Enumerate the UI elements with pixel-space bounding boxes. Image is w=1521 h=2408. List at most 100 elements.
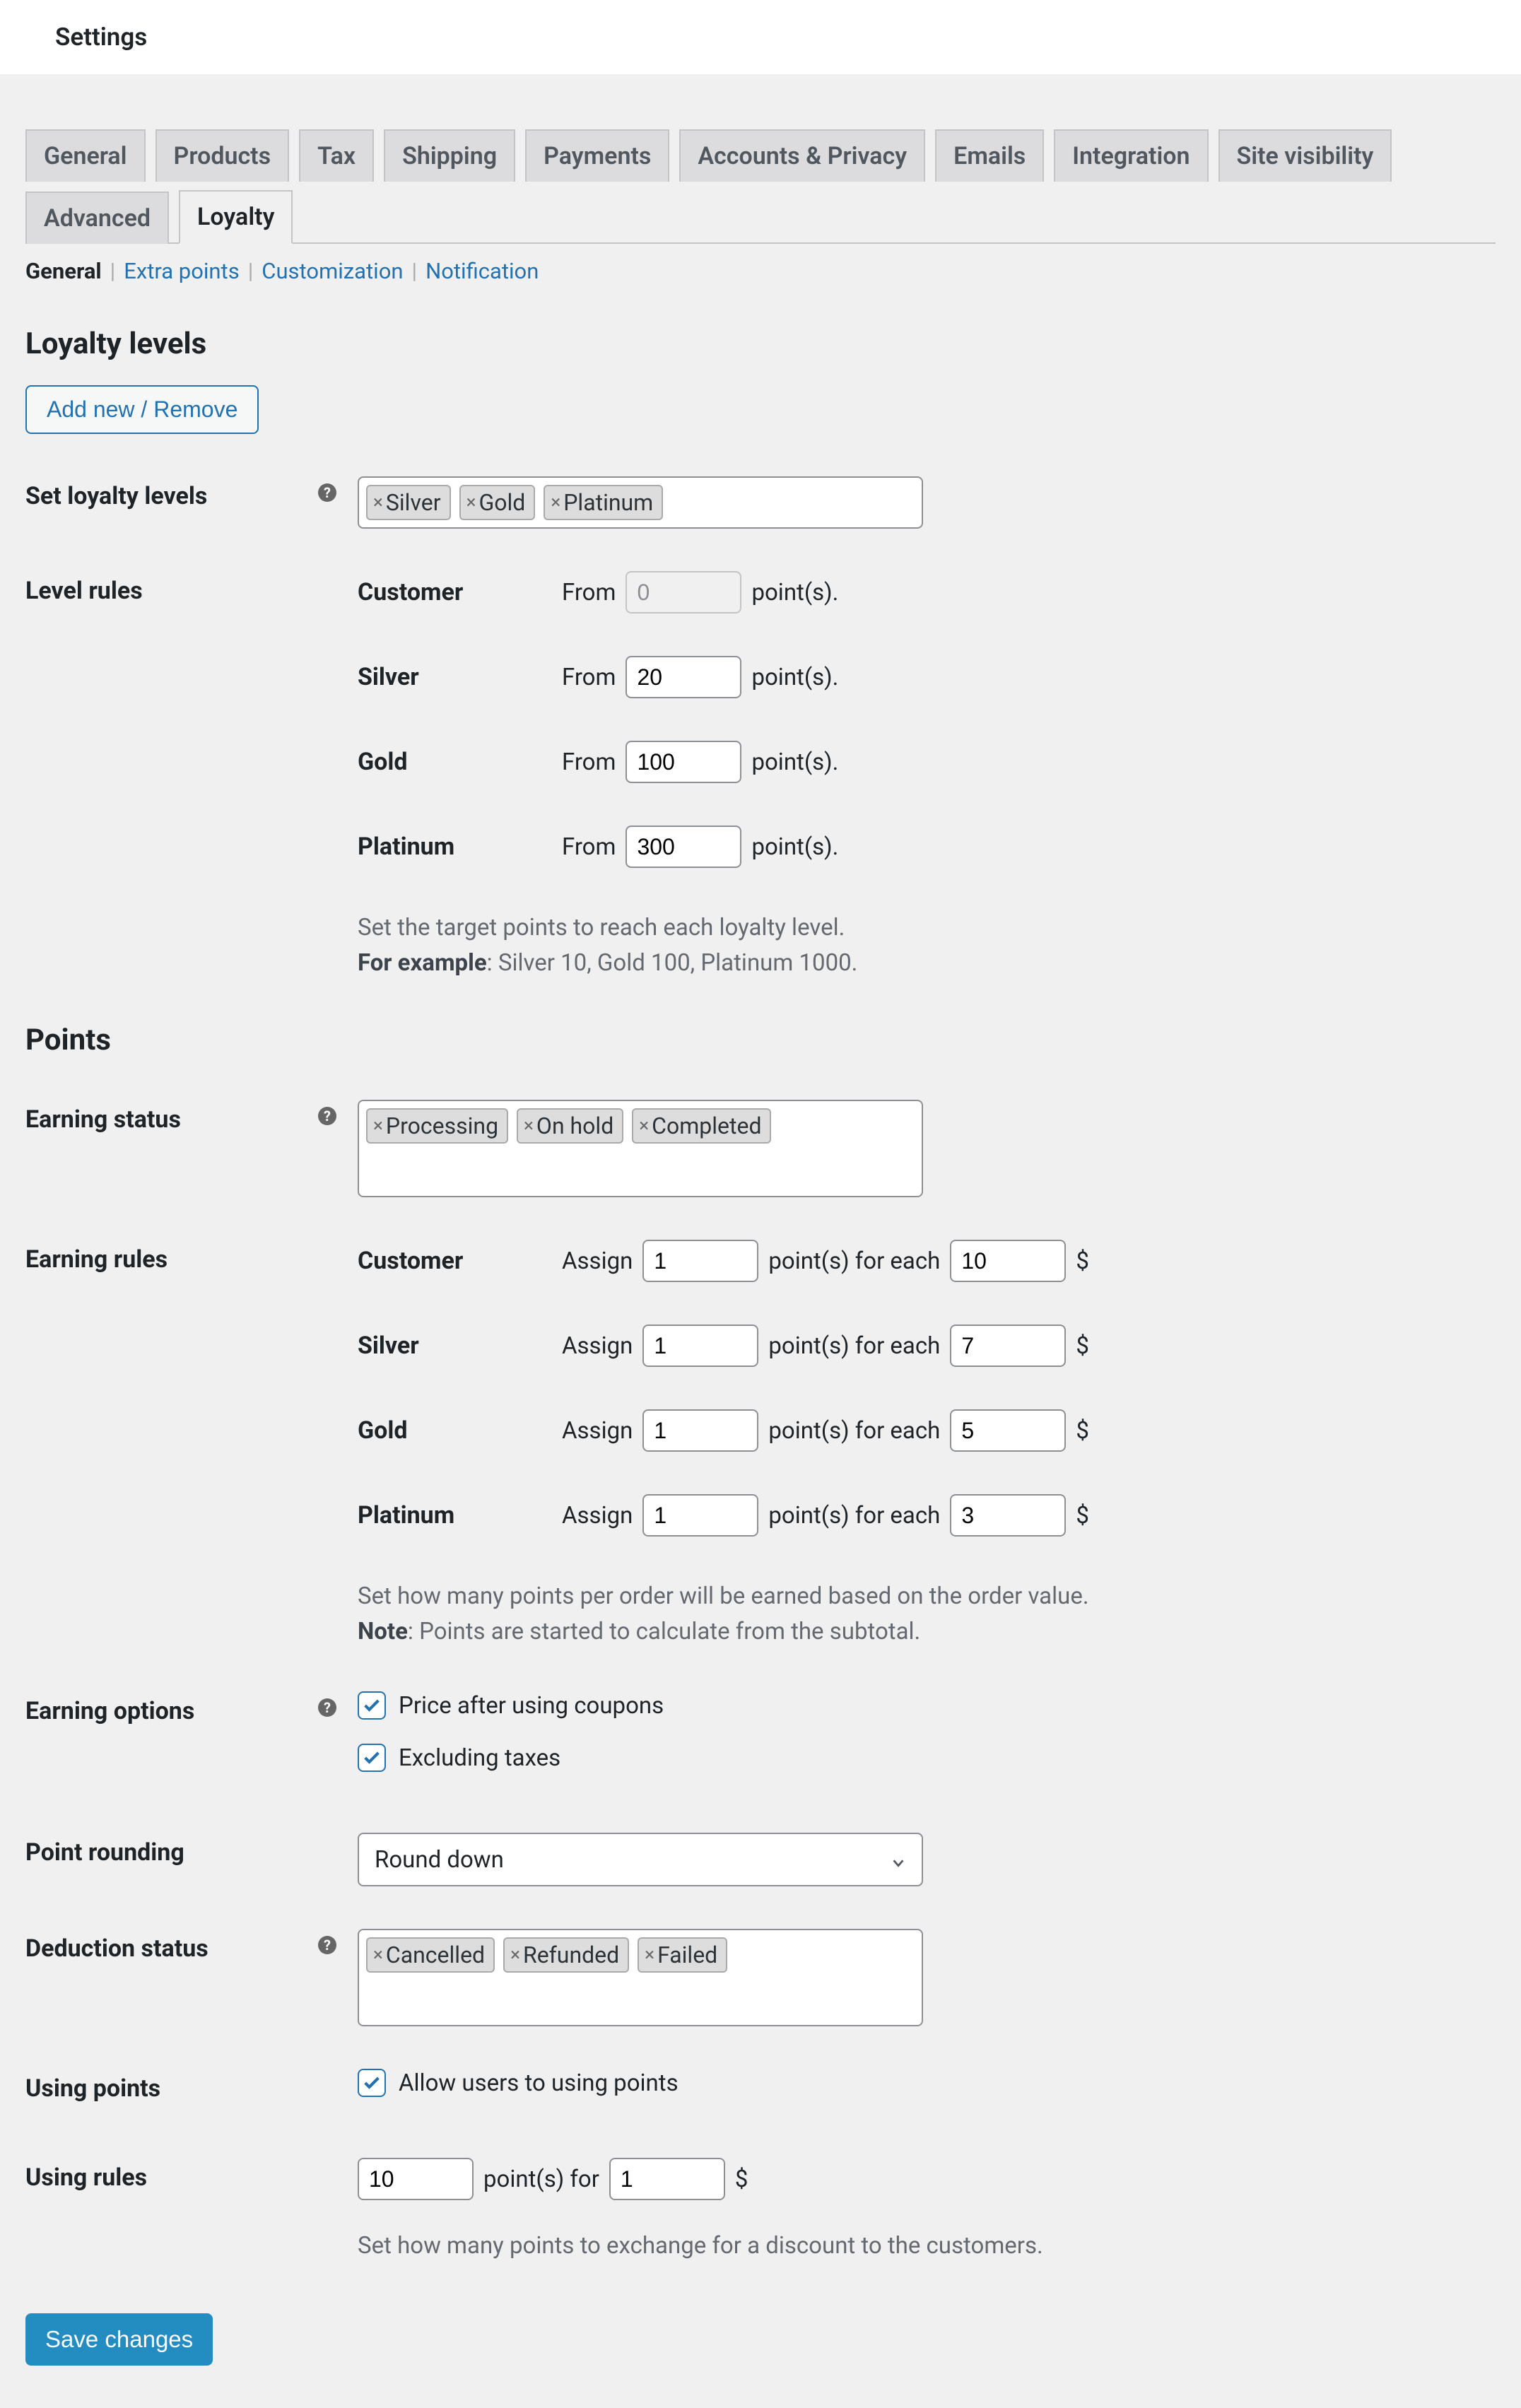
- section-points: Points: [25, 1023, 1496, 1057]
- earn-gold-per[interactable]: [950, 1409, 1066, 1452]
- earn-help-2: Note: Points are started to calculate fr…: [358, 1614, 1496, 1650]
- earn-rule-gold: Gold Assign point(s) for each $: [358, 1409, 1496, 1452]
- help-icon[interactable]: ?: [318, 483, 336, 502]
- earning-status-input[interactable]: ×Processing ×On hold ×Completed: [358, 1100, 923, 1197]
- level-gold-input[interactable]: [626, 741, 741, 783]
- level-rule-gold: Gold From point(s).: [358, 741, 1496, 783]
- nav-tabs: General Products Tax Shipping Payments A…: [25, 129, 1496, 244]
- using-rule-row: point(s) for $: [358, 2158, 1496, 2200]
- remove-icon[interactable]: ×: [373, 1115, 383, 1137]
- checkbox-allow-using-points[interactable]: [358, 2069, 386, 2097]
- earn-platinum-points[interactable]: [642, 1494, 758, 1537]
- check-icon: [362, 1696, 382, 1715]
- remove-icon[interactable]: ×: [551, 492, 560, 513]
- points-text: point(s).: [751, 833, 838, 861]
- remove-icon[interactable]: ×: [639, 1115, 649, 1137]
- checkbox-label: Excluding taxes: [399, 1744, 560, 1772]
- level-platinum-input[interactable]: [626, 826, 741, 868]
- tag-gold: ×Gold: [459, 485, 536, 520]
- tab-payments[interactable]: Payments: [525, 129, 669, 182]
- from-text: From: [562, 579, 616, 606]
- tab-site-visibility[interactable]: Site visibility: [1218, 129, 1392, 182]
- checkbox-price-after-coupons[interactable]: [358, 1691, 386, 1720]
- add-remove-button[interactable]: Add new / Remove: [25, 385, 259, 434]
- tab-tax[interactable]: Tax: [299, 129, 374, 182]
- from-text: From: [562, 664, 616, 691]
- checkbox-label: Price after using coupons: [399, 1692, 664, 1720]
- earn-platinum-per[interactable]: [950, 1494, 1066, 1537]
- row-using-rules: Using rules point(s) for $ Set how many …: [25, 2158, 1496, 2264]
- row-point-rounding: Point rounding Round down: [25, 1833, 1496, 1886]
- subnav-customization[interactable]: Customization: [262, 258, 403, 284]
- loyalty-levels-input[interactable]: ×Silver ×Gold ×Platinum: [358, 476, 923, 529]
- earn-customer-per[interactable]: [950, 1240, 1066, 1282]
- label-set-loyalty-levels: Set loyalty levels ?: [25, 476, 358, 510]
- tab-advanced[interactable]: Advanced: [25, 192, 169, 244]
- from-text: From: [562, 833, 616, 861]
- tag-cancelled: ×Cancelled: [366, 1937, 495, 1973]
- topbar: Settings: [0, 0, 1521, 74]
- label-deduction-status: Deduction status ?: [25, 1929, 358, 1963]
- tab-shipping[interactable]: Shipping: [384, 129, 515, 182]
- using-amount-input[interactable]: [609, 2158, 725, 2200]
- rule-name: Customer: [358, 578, 552, 606]
- row-deduction-status: Deduction status ? ×Cancelled ×Refunded …: [25, 1929, 1496, 2026]
- tab-loyalty[interactable]: Loyalty: [179, 190, 293, 244]
- level-silver-input[interactable]: [626, 656, 741, 698]
- tab-accounts-privacy[interactable]: Accounts & Privacy: [679, 129, 925, 182]
- help-icon[interactable]: ?: [318, 1698, 336, 1717]
- level-help-1: Set the target points to reach each loya…: [358, 910, 1496, 946]
- label-earning-rules: Earning rules: [25, 1240, 358, 1274]
- points-text: point(s).: [751, 664, 838, 691]
- per-each-text: point(s) for each: [768, 1247, 940, 1275]
- remove-icon[interactable]: ×: [466, 492, 476, 513]
- earn-gold-points[interactable]: [642, 1409, 758, 1452]
- tab-products[interactable]: Products: [155, 129, 290, 182]
- earn-customer-points[interactable]: [642, 1240, 758, 1282]
- earn-silver-points[interactable]: [642, 1325, 758, 1367]
- using-points-input[interactable]: [358, 2158, 474, 2200]
- assign-text: Assign: [562, 1332, 633, 1360]
- rule-name: Silver: [358, 1332, 552, 1360]
- from-text: From: [562, 748, 616, 776]
- remove-icon[interactable]: ×: [645, 1944, 654, 1966]
- subnav-notification[interactable]: Notification: [425, 258, 539, 284]
- check-icon: [362, 1748, 382, 1768]
- assign-text: Assign: [562, 1247, 633, 1275]
- tab-emails[interactable]: Emails: [935, 129, 1044, 182]
- currency-text: $: [1076, 1502, 1089, 1529]
- point-rounding-select[interactable]: Round down: [358, 1833, 923, 1886]
- remove-icon[interactable]: ×: [373, 1944, 383, 1966]
- checkbox-price-after-coupons-row: Price after using coupons: [358, 1691, 1496, 1720]
- row-earning-options: Earning options ? Price after using coup…: [25, 1691, 1496, 1790]
- tag-completed: ×Completed: [632, 1108, 771, 1144]
- points-text: point(s).: [751, 579, 838, 606]
- tag-processing: ×Processing: [366, 1108, 508, 1144]
- per-each-text: point(s) for each: [768, 1332, 940, 1360]
- row-set-loyalty-levels: Set loyalty levels ? ×Silver ×Gold ×Plat…: [25, 476, 1496, 529]
- points-for-text: point(s) for: [483, 2166, 599, 2193]
- separator: |: [412, 258, 418, 284]
- save-changes-button[interactable]: Save changes: [25, 2313, 213, 2366]
- help-icon[interactable]: ?: [318, 1936, 336, 1954]
- help-icon[interactable]: ?: [318, 1107, 336, 1125]
- check-icon: [362, 2073, 382, 2093]
- subnav-extra-points[interactable]: Extra points: [124, 258, 239, 284]
- rule-name: Gold: [358, 748, 552, 776]
- tab-integration[interactable]: Integration: [1054, 129, 1208, 182]
- assign-text: Assign: [562, 1502, 633, 1529]
- deduction-status-input[interactable]: ×Cancelled ×Refunded ×Failed: [358, 1929, 923, 2026]
- remove-icon[interactable]: ×: [510, 1944, 520, 1966]
- remove-icon[interactable]: ×: [373, 492, 383, 513]
- rule-name: Silver: [358, 663, 552, 691]
- label-earning-status: Earning status ?: [25, 1100, 358, 1134]
- earn-rule-customer: Customer Assign point(s) for each $: [358, 1240, 1496, 1282]
- earn-silver-per[interactable]: [950, 1325, 1066, 1367]
- currency-text: $: [1076, 1417, 1089, 1445]
- row-level-rules: Level rules Customer From point(s). Silv…: [25, 571, 1496, 980]
- page-title: Settings: [55, 23, 1466, 52]
- checkbox-excluding-taxes[interactable]: [358, 1744, 386, 1772]
- level-rule-silver: Silver From point(s).: [358, 656, 1496, 698]
- remove-icon[interactable]: ×: [524, 1115, 534, 1137]
- tab-general[interactable]: General: [25, 129, 146, 182]
